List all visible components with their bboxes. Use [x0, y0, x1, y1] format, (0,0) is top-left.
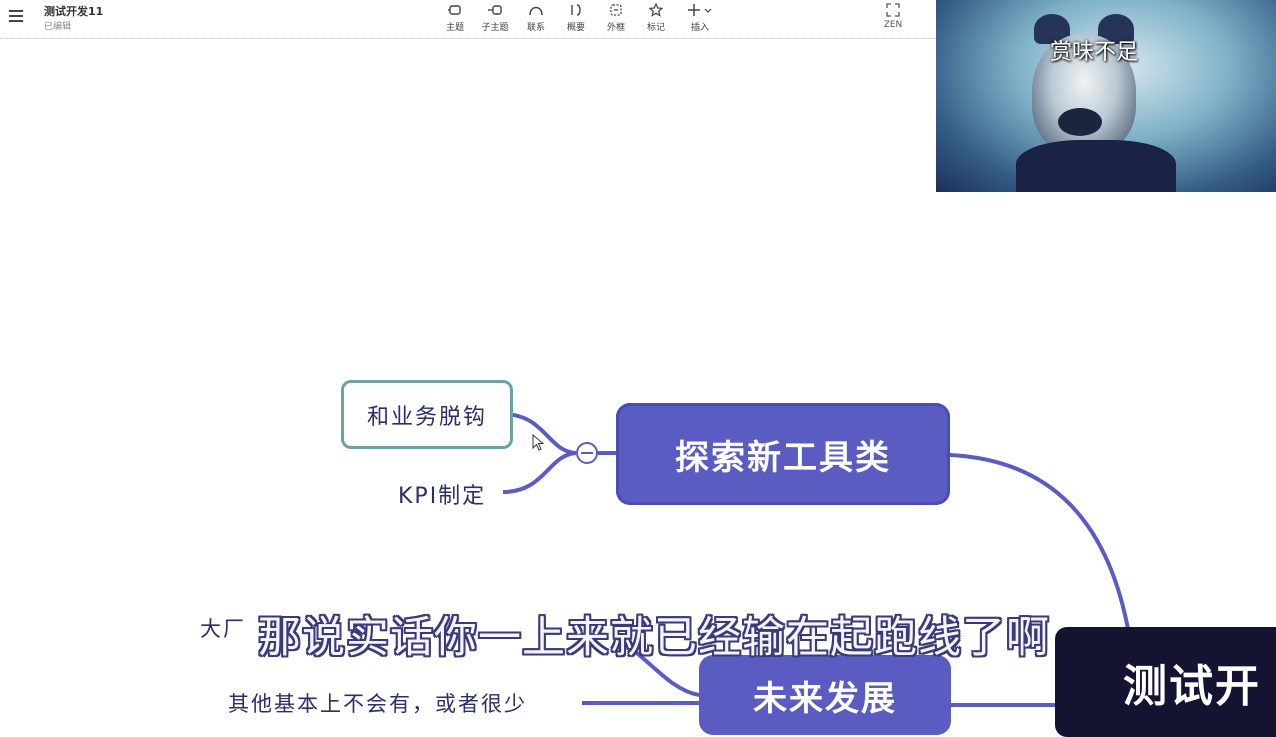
subtopic-other[interactable]: 其他基本上不会有，或者很少: [228, 688, 527, 718]
connector-kpi: [502, 451, 577, 494]
subtopic-decouple[interactable]: 和业务脱钩: [341, 380, 513, 449]
topic-future-development[interactable]: 未来发展: [699, 655, 951, 735]
root-topic[interactable]: 测试开: [1055, 627, 1276, 737]
mouse-cursor-icon: [532, 434, 544, 451]
webcam-caption: 赏味不足: [1050, 40, 1139, 65]
webcam-figure-snout: [1058, 108, 1102, 136]
webcam-overlay: 赏味不足: [936, 0, 1276, 192]
collapse-toggle[interactable]: [576, 442, 598, 464]
video-subtitle: 那说实话你一上来就已经输在起跑线了啊: [258, 613, 1050, 663]
subtopic-bigco[interactable]: 大厂: [200, 613, 246, 643]
subtopic-kpi[interactable]: KPI制定: [398, 478, 486, 510]
subtopic-decouple-label: 和业务脱钩: [366, 404, 487, 430]
topic-explore-new-tools[interactable]: 探索新工具类: [616, 403, 950, 505]
webcam-figure-body: [1016, 140, 1176, 192]
minus-icon: [581, 452, 593, 454]
